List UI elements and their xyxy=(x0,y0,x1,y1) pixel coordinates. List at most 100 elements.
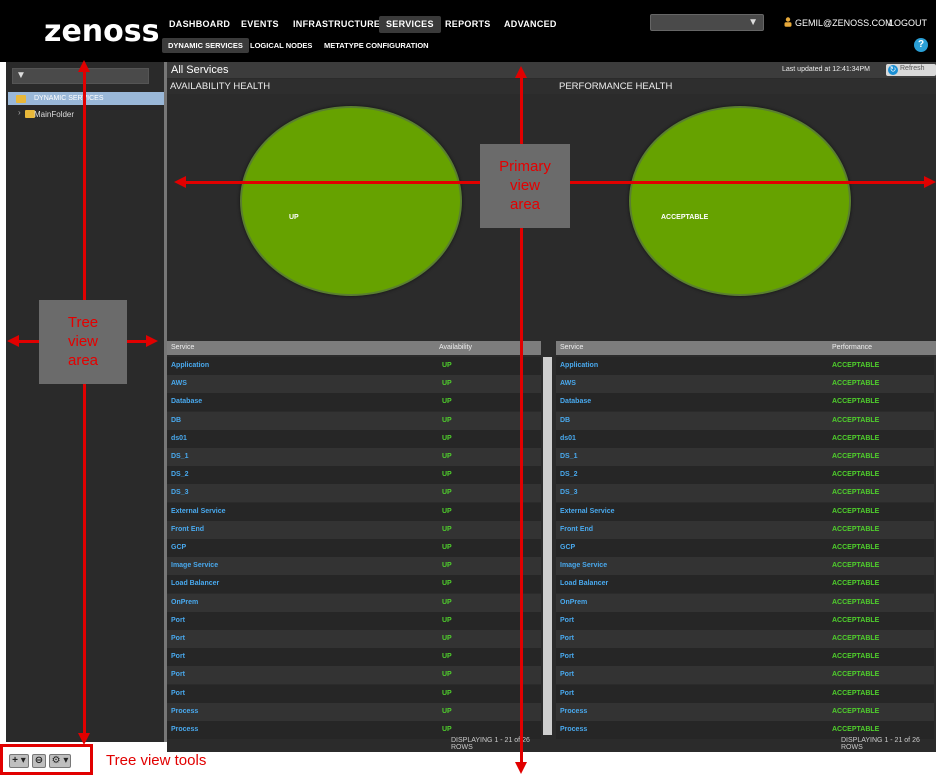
service-link[interactable]: Port xyxy=(560,690,574,697)
table-row[interactable]: Image Service ACCEPTABLE xyxy=(556,557,934,576)
table-row[interactable]: Image Service UP xyxy=(167,557,541,576)
table-row[interactable]: Port ACCEPTABLE xyxy=(556,611,934,630)
table-row[interactable]: Load Balancer ACCEPTABLE xyxy=(556,575,934,594)
table-row[interactable]: Port ACCEPTABLE xyxy=(556,684,934,703)
service-link[interactable]: Database xyxy=(560,398,591,405)
table-row[interactable]: DS_2 UP xyxy=(167,466,541,485)
table-row[interactable]: GCP UP xyxy=(167,539,541,557)
service-link[interactable]: External Service xyxy=(171,508,225,515)
column-header-performance[interactable]: Performance xyxy=(832,344,872,351)
service-link[interactable]: ds01 xyxy=(560,435,576,442)
service-link[interactable]: Port xyxy=(171,635,185,642)
table-row[interactable]: GCP ACCEPTABLE xyxy=(556,539,934,557)
subnav-metatype-configuration[interactable]: METATYPE CONFIGURATION xyxy=(318,38,435,53)
table-row[interactable]: Process ACCEPTABLE xyxy=(556,702,934,721)
performance-pie[interactable] xyxy=(629,106,851,296)
service-link[interactable]: Port xyxy=(560,635,574,642)
table-row[interactable]: Database ACCEPTABLE xyxy=(556,393,934,412)
table-row[interactable]: Front End ACCEPTABLE xyxy=(556,520,934,539)
service-link[interactable]: Process xyxy=(560,726,587,733)
service-link[interactable]: AWS xyxy=(171,380,187,387)
table-row[interactable]: Database UP xyxy=(167,393,541,412)
table-row[interactable]: Application ACCEPTABLE xyxy=(556,357,934,375)
service-link[interactable]: Port xyxy=(171,617,185,624)
service-link[interactable]: Port xyxy=(171,653,185,660)
column-header-availability[interactable]: Availability xyxy=(439,344,472,351)
nav-dashboard[interactable]: DASHBOARD xyxy=(162,16,237,33)
tree-item-mainfolder[interactable]: MainFolder xyxy=(34,110,74,119)
table-row[interactable]: OnPrem UP xyxy=(167,593,541,612)
table-row[interactable]: ds01 UP xyxy=(167,429,541,448)
service-link[interactable]: DB xyxy=(171,417,181,424)
service-link[interactable]: GCP xyxy=(560,544,575,551)
service-link[interactable]: DS_1 xyxy=(560,453,578,460)
subnav-logical-nodes[interactable]: LOGICAL NODES xyxy=(244,38,318,53)
service-link[interactable]: DS_2 xyxy=(560,471,578,478)
table-row[interactable]: DS_1 ACCEPTABLE xyxy=(556,448,934,466)
service-link[interactable]: Process xyxy=(171,726,198,733)
service-link[interactable]: Process xyxy=(560,708,587,715)
expand-arrow-icon[interactable]: › xyxy=(18,108,21,117)
table-row[interactable]: DS_3 UP xyxy=(167,484,541,503)
table-row[interactable]: Port UP xyxy=(167,666,541,685)
table-row[interactable]: Port ACCEPTABLE xyxy=(556,666,934,685)
service-link[interactable]: DS_1 xyxy=(171,453,189,460)
table-row[interactable]: DB ACCEPTABLE xyxy=(556,411,934,430)
table-row[interactable]: Port UP xyxy=(167,611,541,630)
column-header-service[interactable]: Service xyxy=(560,344,583,351)
service-link[interactable]: Port xyxy=(171,690,185,697)
service-link[interactable]: Port xyxy=(560,617,574,624)
refresh-button[interactable]: ↻ Refresh xyxy=(886,64,936,76)
service-link[interactable]: DS_2 xyxy=(171,471,189,478)
help-icon[interactable]: ? xyxy=(914,38,928,52)
table-row[interactable]: Port ACCEPTABLE xyxy=(556,648,934,667)
table-row[interactable]: Load Balancer UP xyxy=(167,575,541,594)
service-link[interactable]: OnPrem xyxy=(171,599,198,606)
service-link[interactable]: GCP xyxy=(171,544,186,551)
service-link[interactable]: Front End xyxy=(560,526,593,533)
service-link[interactable]: ds01 xyxy=(171,435,187,442)
service-link[interactable]: Process xyxy=(171,708,198,715)
table-row[interactable]: AWS ACCEPTABLE xyxy=(556,375,934,394)
table-row[interactable]: OnPrem ACCEPTABLE xyxy=(556,593,934,612)
table-row[interactable]: Port ACCEPTABLE xyxy=(556,630,934,648)
service-link[interactable]: External Service xyxy=(560,508,614,515)
column-header-service[interactable]: Service xyxy=(171,344,194,351)
availability-pie[interactable] xyxy=(240,106,462,296)
service-link[interactable]: Application xyxy=(171,362,209,369)
service-link[interactable]: Port xyxy=(171,671,185,678)
table-row[interactable]: Port UP xyxy=(167,648,541,667)
nav-services[interactable]: SERVICES xyxy=(379,16,441,33)
nav-events[interactable]: EVENTS xyxy=(234,16,286,33)
service-link[interactable]: Database xyxy=(171,398,202,405)
service-link[interactable]: Load Balancer xyxy=(171,580,219,587)
service-link[interactable]: Image Service xyxy=(560,562,607,569)
table-row[interactable]: DS_2 ACCEPTABLE xyxy=(556,466,934,485)
table-row[interactable]: Port UP xyxy=(167,630,541,648)
service-link[interactable]: DB xyxy=(560,417,570,424)
table-row[interactable]: External Service UP xyxy=(167,502,541,521)
table-row[interactable]: External Service ACCEPTABLE xyxy=(556,502,934,521)
table-row[interactable]: Process UP xyxy=(167,702,541,721)
service-link[interactable]: DS_3 xyxy=(560,489,578,496)
service-link[interactable]: Application xyxy=(560,362,598,369)
table-row[interactable]: AWS UP xyxy=(167,375,541,394)
table-row[interactable]: ds01 ACCEPTABLE xyxy=(556,429,934,448)
table-row[interactable]: Application UP xyxy=(167,357,541,375)
table-row[interactable]: Port UP xyxy=(167,684,541,703)
subnav-dynamic-services[interactable]: DYNAMIC SERVICES xyxy=(162,38,249,53)
availability-scrollbar[interactable] xyxy=(543,357,552,735)
logout-link[interactable]: LOGOUT xyxy=(889,18,927,28)
table-row[interactable]: DB UP xyxy=(167,411,541,430)
service-link[interactable]: Port xyxy=(560,671,574,678)
service-link[interactable]: DS_3 xyxy=(171,489,189,496)
service-link[interactable]: Port xyxy=(560,653,574,660)
service-link[interactable]: AWS xyxy=(560,380,576,387)
nav-advanced[interactable]: ADVANCED xyxy=(497,16,564,33)
table-row[interactable]: DS_1 UP xyxy=(167,448,541,466)
service-link[interactable]: Image Service xyxy=(171,562,218,569)
zenoss-logo[interactable]: zenoss xyxy=(44,14,160,49)
nav-reports[interactable]: REPORTS xyxy=(438,16,498,33)
service-link[interactable]: Front End xyxy=(171,526,204,533)
service-link[interactable]: OnPrem xyxy=(560,599,587,606)
